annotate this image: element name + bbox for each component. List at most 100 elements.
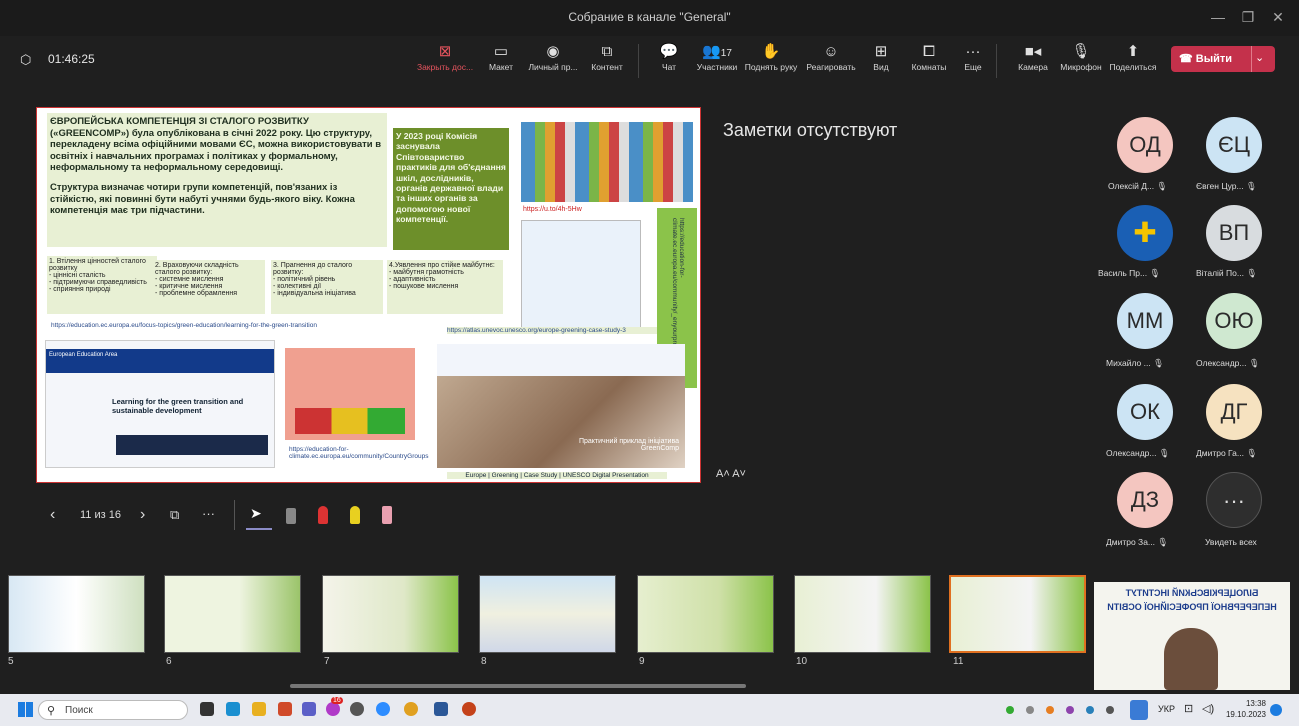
avatar[interactable]: ММ [1117,293,1173,349]
office-icon[interactable] [278,702,292,716]
share-button[interactable]: ⬆ Поделиться [1104,42,1162,82]
prev-slide-icon[interactable]: ‹ [50,506,55,524]
network-icon[interactable]: ⊡ [1184,702,1193,715]
thumbnail-scrollbar[interactable] [290,684,746,688]
pen-red-icon[interactable] [318,506,328,524]
slide-link-2: https://atlas.unevoc.unesco.org/europe-g… [447,327,657,334]
chrome-icon[interactable] [404,702,418,716]
highlighter-icon[interactable] [350,506,360,524]
mic-tray-icon[interactable] [1130,700,1148,720]
presenter-notes: Заметки отсутствуют [723,120,898,140]
teams-icon[interactable] [302,702,316,716]
folder-icon[interactable] [252,702,266,716]
tray-icon[interactable] [1006,706,1014,714]
participants-button[interactable]: 👥17 Участники [688,42,746,82]
avatar[interactable]: ДГ [1206,384,1262,440]
notification-icon[interactable] [1270,704,1282,716]
tray-icon[interactable] [1086,706,1094,714]
minimize-icon[interactable]: — [1206,6,1230,28]
participant-name: Віталій По... 🎙 [1196,268,1258,278]
competence-group-3: 3. Прагнення до сталого розвитку: - полі… [271,260,383,314]
layout-icon: ▭ [493,43,509,60]
clock-time[interactable]: 13:38 [1238,699,1266,708]
zoom-icon[interactable] [376,702,390,716]
slide-counter: 11 из 16 [80,509,121,521]
leave-button[interactable]: ☎ Выйти ⌄ [1171,46,1275,72]
clock-date[interactable]: 19.10.2023 [1220,710,1266,719]
thumbnail-number: 10 [796,656,808,667]
store-icon[interactable] [226,702,240,716]
competence-group-4: 4.Уявлення про стійке майбутнє: - майбут… [387,260,503,314]
pointer-icon[interactable]: ➤ [250,505,262,522]
notification-badge: 16 [331,697,343,704]
participant-name: Дмитро За... 🎙 [1106,537,1169,547]
slide-thumbnail[interactable] [8,575,145,653]
windows-start-icon[interactable] [18,702,33,717]
mic-muted-icon: 🎙 [1248,358,1260,368]
more-button[interactable]: ··· Еще [944,42,1002,82]
slide-footer: Europe | Greening | Case Study | UNESCO … [447,472,667,479]
avatar[interactable]: ✚ [1117,205,1173,261]
maximize-icon[interactable]: ❐ [1236,6,1260,28]
avatar[interactable]: ЄЦ [1206,117,1262,173]
more-icon: ··· [965,43,981,60]
eraser-icon[interactable] [382,506,392,524]
mic-muted-icon: 🎙 [1149,268,1161,278]
competence-group-1: 1. Втілення цінностей сталого розвитку -… [47,256,157,314]
community-link: https://education-for-climate.ec.europa.… [289,446,429,460]
grid-view-icon[interactable]: ⧉ [170,507,179,523]
pen-gray-icon[interactable] [286,508,296,524]
powerpoint-icon[interactable] [462,702,476,716]
slide-thumbnail[interactable] [322,575,459,653]
layout-button[interactable]: ▭ Макет [472,42,530,82]
hand-icon: ✋ [761,43,781,60]
task-view-icon[interactable] [200,702,214,716]
presenter-person [1164,628,1218,690]
more-options-icon[interactable]: ··· [202,506,215,521]
unesco-header [437,344,685,376]
thumbnail-number: 5 [8,656,14,667]
short-link: https://u.to/4h-5Hw [523,206,582,213]
stop-share-button[interactable]: ⊠ Закрыть дос... [416,42,474,82]
people-icon: 👥17 [702,43,732,60]
eea-heading: Learning for the green transition and su… [112,397,244,415]
font-size-controls[interactable]: A˄ A˅ [716,468,746,480]
slide-thumbnail[interactable] [164,575,301,653]
browser-icon[interactable] [350,702,364,716]
raise-hand-button[interactable]: ✋ Поднять руку [742,42,800,82]
chevron-down-icon[interactable]: ⌄ [1255,51,1264,64]
avatar[interactable]: ВП [1206,205,1262,261]
mic-button[interactable]: 🎙 Микрофон [1052,42,1110,82]
participant-name: Олексій Д... 🎙 [1108,181,1168,191]
language-indicator[interactable]: УКР [1158,704,1175,714]
slide-thumbnail[interactable] [637,575,774,653]
competence-group-2: 2. Враховуючи складність сталого розвитк… [153,260,265,314]
content-button[interactable]: ⧉ Контент [578,42,636,82]
tray-icon[interactable] [1026,706,1034,714]
slide-thumbnail-active[interactable] [949,575,1086,653]
toolbar-divider [638,44,639,78]
volume-icon[interactable]: ◁) [1202,702,1214,715]
avatar[interactable]: ОД [1117,117,1173,173]
slide-intro-box: ЄВРОПЕЙСЬКА КОМПЕТЕНЦІЯ ЗІ СТАЛОГО РОЗВИ… [47,113,387,247]
word-icon[interactable] [434,702,448,716]
avatar[interactable]: ОК [1117,384,1173,440]
students-photo: Практичний приклад ініціатива GreenComp [437,344,685,468]
avatar[interactable]: ОЮ [1206,293,1262,349]
participant-name: Василь Пр... 🎙 [1098,268,1161,278]
slide-thumbnail[interactable] [479,575,616,653]
see-all-button[interactable]: ··· [1206,472,1262,528]
eea-screenshot: European Education Area Learning for the… [45,340,275,468]
avatar[interactable]: ДЗ [1117,472,1173,528]
personal-view-button[interactable]: ◉ Личный пр... [524,42,582,82]
taskbar-search[interactable]: ⚲ Поиск [38,700,188,720]
slide-thumbnail[interactable] [794,575,931,653]
tray-icon[interactable] [1066,706,1074,714]
leave-label: ☎ Выйти [1179,53,1233,65]
thumbnail-number: 9 [639,656,645,667]
tray-icon[interactable] [1046,706,1054,714]
next-slide-icon[interactable]: › [140,506,145,524]
tray-icon[interactable] [1106,706,1114,714]
viber-icon[interactable] [326,702,340,716]
close-icon[interactable]: ✕ [1266,6,1290,28]
